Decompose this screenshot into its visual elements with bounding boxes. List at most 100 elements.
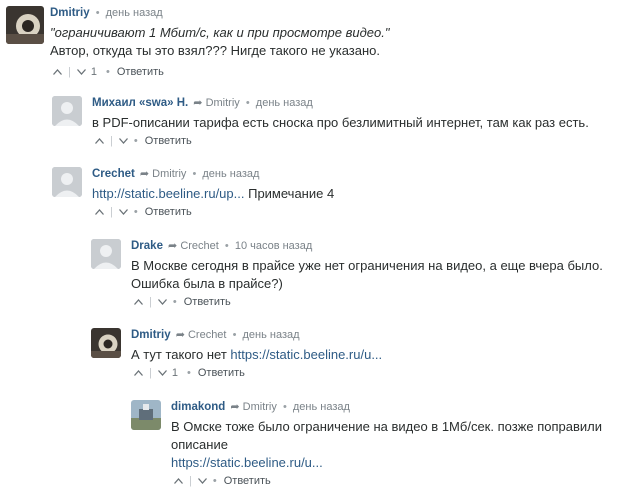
downvote-button[interactable] xyxy=(117,134,131,148)
reply-button[interactable]: Ответить xyxy=(184,295,231,309)
comment-text: А тут такого нет https://static.beeline.… xyxy=(131,346,631,364)
separator-dot: • xyxy=(245,97,250,109)
separator-dot: • xyxy=(282,401,287,413)
default-avatar-icon xyxy=(52,167,82,197)
upvote-button[interactable] xyxy=(92,134,106,148)
timestamp[interactable]: день назад xyxy=(242,329,299,341)
vote-divider: | xyxy=(110,135,113,147)
vote-divider: | xyxy=(149,296,152,308)
comment-text: "ограничивают 1 Мбит/с, как и при просмо… xyxy=(50,24,635,60)
chevron-up-icon xyxy=(94,138,104,145)
avatar[interactable] xyxy=(131,400,161,430)
comment-footer: | • Ответить xyxy=(131,295,631,309)
comment-footer: | • Ответить xyxy=(92,134,632,148)
chevron-down-icon xyxy=(77,69,87,76)
chevron-up-icon xyxy=(94,209,104,216)
reply-button[interactable]: Ответить xyxy=(224,474,271,488)
author-name[interactable]: Drake xyxy=(131,240,163,252)
separator-dot: • xyxy=(133,135,138,147)
upvote-button[interactable] xyxy=(92,205,106,219)
comment-text: В Омске тоже было ограничение на видео в… xyxy=(171,418,636,472)
timestamp[interactable]: 10 часов назад xyxy=(235,240,312,252)
avatar-photo-icon xyxy=(6,6,44,44)
quote-line: "ограничивают 1 Мбит/с, как и при просмо… xyxy=(50,25,390,40)
separator-dot: • xyxy=(105,66,110,78)
separator-dot: • xyxy=(224,240,229,252)
comment-header: Drake ➦ Crechet • 10 часов назад xyxy=(131,239,631,254)
reply-to-author[interactable]: Dmitriy xyxy=(243,401,277,413)
reply-button[interactable]: Ответить xyxy=(145,205,192,219)
comment-link[interactable]: https://static.beeline.ru/u... xyxy=(230,347,382,362)
text-line: http://static.beeline.ru/up... Примечани… xyxy=(92,185,632,203)
downvote-button[interactable] xyxy=(117,205,131,219)
comment-footer: | 1 • Ответить xyxy=(50,65,635,79)
reply-arrow-icon: ➦ xyxy=(230,401,240,413)
comment-body: Crechet ➦ Dmitriy • день назад http://st… xyxy=(92,167,632,219)
separator-dot: • xyxy=(212,475,217,487)
avatar[interactable] xyxy=(52,96,82,126)
text-suffix: Примечание 4 xyxy=(244,186,335,201)
comment-link[interactable]: https://static.beeline.ru/u... xyxy=(171,455,323,470)
comment-text: В Москве сегодня в прайсе уже нет ограни… xyxy=(131,257,631,293)
separator-dot: • xyxy=(192,168,197,180)
author-name[interactable]: Crechet xyxy=(92,168,135,180)
upvote-button[interactable] xyxy=(50,65,64,79)
upvote-button[interactable] xyxy=(131,295,145,309)
comment-header: dimakond ➦ Dmitriy • день назад xyxy=(171,400,636,415)
timestamp[interactable]: день назад xyxy=(256,97,313,109)
chevron-down-icon xyxy=(198,478,208,485)
vote-divider: | xyxy=(68,66,71,78)
timestamp[interactable]: день назад xyxy=(293,401,350,413)
comment-text: http://static.beeline.ru/up... Примечани… xyxy=(92,185,632,203)
comment-header: Михаил «swa» Н. ➦ Dmitriy • день назад xyxy=(92,96,632,111)
vote-divider: | xyxy=(110,206,113,218)
avatar[interactable] xyxy=(52,167,82,197)
reply-button[interactable]: Ответить xyxy=(117,65,164,79)
chevron-down-icon xyxy=(158,299,168,306)
author-name[interactable]: Dmitriy xyxy=(131,329,171,341)
avatar[interactable] xyxy=(91,328,121,358)
avatar-photo-icon xyxy=(131,400,161,430)
avatar[interactable] xyxy=(91,239,121,269)
vote-divider: | xyxy=(149,367,152,379)
text-line: А тут такого нет https://static.beeline.… xyxy=(131,346,631,364)
comment-body: Drake ➦ Crechet • 10 часов назад В Москв… xyxy=(131,239,631,309)
separator-dot: • xyxy=(186,367,191,379)
reply-button[interactable]: Ответить xyxy=(145,134,192,148)
avatar[interactable] xyxy=(6,6,44,44)
chevron-down-icon xyxy=(119,138,129,145)
comment-text: в PDF-описании тарифа есть сноска про бе… xyxy=(92,114,632,132)
reply-arrow-icon: ➦ xyxy=(168,240,178,252)
upvote-button[interactable] xyxy=(171,474,185,488)
reply-arrow-icon: ➦ xyxy=(193,97,203,109)
upvote-button[interactable] xyxy=(131,366,145,380)
comment-body: Dmitriy ➦ Crechet • день назад А тут так… xyxy=(131,328,631,380)
downvote-button[interactable] xyxy=(75,65,89,79)
separator-dot: • xyxy=(133,206,138,218)
text-line: в PDF-описании тарифа есть сноска про бе… xyxy=(92,115,589,130)
reply-to-author[interactable]: Crechet xyxy=(188,329,227,341)
downvote-button[interactable] xyxy=(156,366,170,380)
comment-body: Михаил «swa» Н. ➦ Dmitriy • день назад в… xyxy=(92,96,632,148)
comment-link[interactable]: http://static.beeline.ru/up... xyxy=(92,186,244,201)
author-name[interactable]: Dmitriy xyxy=(50,7,90,19)
comment-footer: | • Ответить xyxy=(92,205,632,219)
comment-footer: | • Ответить xyxy=(171,474,636,488)
comment-body: dimakond ➦ Dmitriy • день назад В Омске … xyxy=(171,400,636,488)
timestamp[interactable]: день назад xyxy=(106,7,163,19)
reply-to-author[interactable]: Dmitriy xyxy=(206,97,240,109)
reply-arrow-icon: ➦ xyxy=(139,168,150,180)
chevron-up-icon xyxy=(133,299,143,306)
downvote-button[interactable] xyxy=(156,295,170,309)
chevron-down-icon xyxy=(119,209,129,216)
reply-to-author[interactable]: Dmitriy xyxy=(152,168,186,180)
chevron-up-icon xyxy=(52,69,62,76)
downvote-button[interactable] xyxy=(196,474,210,488)
reply-button[interactable]: Ответить xyxy=(198,366,245,380)
timestamp[interactable]: день назад xyxy=(202,168,259,180)
author-name[interactable]: Михаил «swa» Н. xyxy=(92,97,188,109)
author-name[interactable]: dimakond xyxy=(171,401,225,413)
default-avatar-icon xyxy=(52,96,82,126)
vote-count: 1 xyxy=(171,367,178,379)
reply-to-author[interactable]: Crechet xyxy=(180,240,219,252)
